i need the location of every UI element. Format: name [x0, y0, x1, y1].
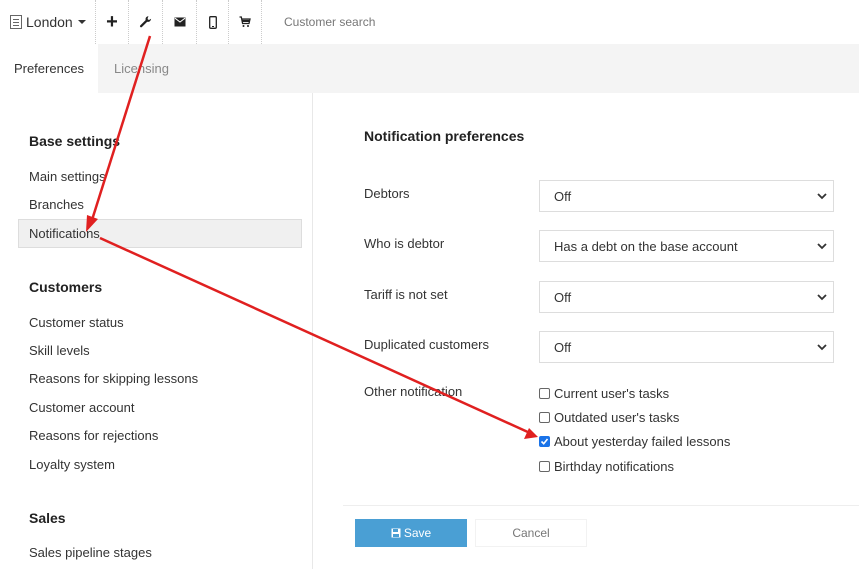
cart-icon[interactable] [229, 0, 262, 44]
phone-icon[interactable] [197, 0, 229, 44]
checkbox-label: Birthday notifications [554, 459, 674, 474]
tariff-not-set-select[interactable]: Off [539, 281, 834, 313]
section-title-base-settings: Base settings [29, 133, 121, 149]
sidebar-item-customer-account[interactable]: Customer account [29, 400, 135, 415]
field-label-debtors: Debtors [364, 186, 410, 201]
sidebar-item-branches[interactable]: Branches [29, 197, 84, 212]
checkbox-label: About yesterday failed lessons [554, 434, 731, 449]
checkbox-outdated-user-tasks[interactable]: Outdated user's tasks [539, 410, 679, 425]
sidebar-item-skill-levels[interactable]: Skill levels [29, 343, 90, 358]
sidebar-item-main-settings[interactable]: Main settings [29, 169, 106, 184]
wrench-icon[interactable] [129, 0, 163, 44]
section-title-sales: Sales [29, 510, 66, 526]
branch-selector[interactable]: London [0, 0, 96, 44]
save-icon [391, 528, 401, 538]
field-label-duplicated-customers: Duplicated customers [364, 337, 489, 352]
tariff-not-set-value: Off [554, 289, 572, 305]
sidebar-item-sales-pipeline[interactable]: Sales pipeline stages [29, 545, 152, 560]
checkbox-label: Outdated user's tasks [554, 410, 680, 425]
checkbox-current-user-tasks[interactable]: Current user's tasks [539, 386, 669, 401]
chevron-down-icon [817, 193, 827, 200]
cancel-button[interactable]: Cancel [475, 519, 587, 547]
who-is-debtor-value: Has a debt on the base account [554, 238, 738, 254]
tab-licensing[interactable]: Licensing [114, 44, 169, 93]
tab-bar: Preferences Licensing [0, 44, 859, 93]
checkbox-label: Current user's tasks [554, 386, 670, 401]
plus-icon[interactable]: + [96, 0, 129, 44]
branch-icon [10, 15, 22, 29]
sidebar-item-reasons-skipping[interactable]: Reasons for skipping lessons [29, 371, 198, 386]
checkbox-box[interactable] [539, 461, 550, 472]
chevron-down-icon [817, 344, 827, 351]
sidebar-item-customer-status[interactable]: Customer status [29, 315, 124, 330]
chevron-down-icon [77, 20, 86, 24]
mail-icon[interactable] [163, 0, 197, 44]
customer-search-input[interactable] [274, 0, 834, 44]
sidebar-item-notifications[interactable]: Notifications [18, 219, 302, 248]
field-label-other-notification: Other notification [364, 384, 463, 399]
sidebar-item-reasons-rejections[interactable]: Reasons for rejections [29, 428, 158, 443]
checkbox-box-checked[interactable] [539, 436, 550, 447]
page-title: Notification preferences [364, 128, 525, 144]
check-icon [540, 438, 549, 445]
field-label-tariff-not-set: Tariff is not set [364, 287, 448, 302]
save-label: Save [403, 526, 432, 540]
save-button[interactable]: Save [355, 519, 467, 547]
chevron-down-icon [817, 243, 827, 250]
section-title-customers: Customers [29, 279, 103, 295]
checkbox-birthday-notifications[interactable]: Birthday notifications [539, 459, 674, 474]
duplicated-customers-value: Off [554, 339, 572, 355]
sidebar-item-loyalty-system[interactable]: Loyalty system [29, 457, 115, 472]
debtors-value: Off [554, 188, 572, 204]
debtors-select[interactable]: Off [539, 180, 834, 212]
notification-preferences-panel: Notification preferences Debtors Off Who… [313, 93, 859, 569]
tab-preferences[interactable]: Preferences [0, 44, 98, 93]
duplicated-customers-select[interactable]: Off [539, 331, 834, 363]
divider [343, 505, 859, 506]
settings-sidebar: Base settings Main settings Branches Not… [0, 93, 313, 569]
checkbox-box[interactable] [539, 388, 550, 399]
checkbox-box[interactable] [539, 412, 550, 423]
top-toolbar: London + [0, 0, 859, 44]
field-label-who-is-debtor: Who is debtor [364, 236, 445, 251]
checkbox-yesterday-failed-lessons[interactable]: About yesterday failed lessons [539, 434, 730, 449]
chevron-down-icon [817, 294, 827, 301]
who-is-debtor-select[interactable]: Has a debt on the base account [539, 230, 834, 262]
branch-name: London [26, 14, 73, 30]
